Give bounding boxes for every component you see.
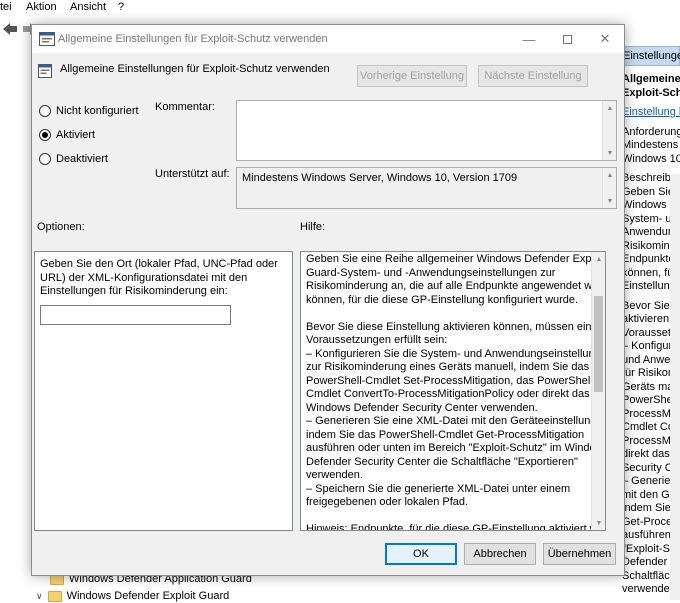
details-text-line: Anforderungen: — [622, 125, 680, 138]
radio-circle — [39, 153, 51, 165]
menu-item-action[interactable]: Aktion — [26, 1, 57, 13]
menu-bar: tei Aktion Ansicht ? — [0, 0, 680, 16]
options-text-line: URL) der XML-Konfigurationsdatei mit den — [40, 271, 248, 284]
supported-on-value: Mindestens Windows Server, Windows 10, V… — [242, 172, 518, 184]
details-text-line: Windows 10, Version — [622, 152, 680, 165]
close-button[interactable]: ✕ — [586, 25, 624, 53]
help-text-line: können, für die diese GP-Einstellung kon… — [306, 293, 579, 306]
dialog-title: Allgemeine Einstellungen für Exploit-Sch… — [58, 33, 328, 45]
cancel-button[interactable]: Abbrechen — [464, 543, 536, 565]
details-text-line: Exploit-Schutz verw — [622, 86, 680, 99]
help-text-line: Guard-System- und -Anwendungseinstellung… — [306, 266, 556, 279]
scroll-down-icon[interactable]: ▼ — [603, 146, 617, 160]
supported-scrollbar[interactable]: ▲ ▼ — [602, 168, 616, 208]
xml-path-input[interactable] — [40, 305, 231, 325]
options-panel: Geben Sie den Ort (lokaler Pfad, UNC-Pfa… — [34, 251, 293, 531]
comment-label: Kommentar: — [155, 101, 215, 113]
edit-setting-link[interactable]: Einstellung bearbeiten — [622, 105, 680, 119]
help-text-line: Risikominderung an, die auf alle Endpunk… — [306, 280, 606, 292]
comment-textarea[interactable]: ▲ ▼ — [236, 100, 617, 161]
policy-setting-dialog: Allgemeine Einstellungen für Exploit-Sch… — [31, 24, 625, 576]
tree-item-exploit-guard[interactable]: ∨ Windows Defender Exploit Guard — [36, 589, 229, 603]
help-text-line — [306, 510, 605, 524]
menu-item-help[interactable]: ? — [118, 1, 124, 13]
help-text-line: Cmdlet ConvertTo-ProcessMitigationPolicy… — [306, 388, 590, 400]
help-text-line: freigegebenen oder lokalen Pfad. — [306, 496, 469, 508]
details-text-line: Allgemeine Einstell — [622, 73, 680, 85]
setting-name: Allgemeine Einstellungen für Exploit-Sch… — [60, 63, 330, 75]
scroll-down-icon[interactable]: ▼ — [592, 516, 605, 530]
supported-on-box: Mindestens Windows Server, Windows 10, V… — [236, 167, 617, 209]
options-label: Optionen: — [37, 221, 85, 233]
help-panel: Geben Sie eine Reihe allgemeiner Windows… — [300, 251, 606, 531]
radio-circle — [39, 105, 51, 117]
radio-disabled[interactable]: Deaktiviert — [39, 153, 108, 165]
radio-circle — [39, 129, 51, 141]
details-pane-scrollbar[interactable] — [670, 174, 680, 600]
help-text-line: Voraussetzungen erfüllt sein: — [306, 334, 448, 346]
help-text-line: zur Risikominderung eines Geräts manuell… — [306, 361, 590, 373]
previous-setting-button[interactable]: Vorherige Einstellung — [357, 65, 467, 87]
scroll-up-icon[interactable]: ▲ — [592, 252, 605, 266]
help-text: Geben Sie eine Reihe allgemeiner Windows… — [306, 253, 606, 531]
help-text-line — [306, 307, 605, 321]
radio-label: Nicht konfiguriert — [56, 105, 139, 117]
scroll-down-icon[interactable]: ▼ — [603, 194, 617, 208]
ok-button[interactable]: OK — [385, 543, 457, 565]
policy-setting-icon — [38, 64, 52, 78]
radio-enabled[interactable]: Aktiviert — [39, 129, 95, 141]
minimize-button[interactable]: — — [510, 25, 548, 53]
help-text-line: Defender Security Center die Schaltfläch… — [306, 455, 578, 468]
help-text-line: Geben Sie eine Reihe allgemeiner Windows… — [306, 253, 606, 265]
scroll-up-icon[interactable]: ▲ — [603, 101, 617, 115]
policy-setting-icon — [39, 32, 55, 46]
scroll-up-icon[interactable]: ▲ — [603, 168, 617, 182]
close-icon: ✕ — [599, 31, 611, 46]
comment-scrollbar[interactable]: ▲ ▼ — [602, 101, 616, 160]
options-description: Geben Sie den Ort (lokaler Pfad, UNC-Pfa… — [40, 258, 278, 299]
radio-label: Aktiviert — [56, 129, 96, 141]
help-text-line: Bevor Sie diese Einstellung aktivieren k… — [306, 320, 606, 333]
help-text-line: verwenden. — [306, 469, 363, 481]
help-text-line: – Speichern Sie die generierte XML-Datei… — [306, 482, 571, 495]
help-scrollbar[interactable]: ▲ ▼ — [591, 252, 605, 530]
details-text-line: Mindestens Windows — [622, 139, 680, 151]
next-setting-button[interactable]: Nächste Einstellung — [478, 65, 588, 87]
radio-label: Deaktiviert — [56, 153, 108, 165]
help-label: Hilfe: — [300, 221, 326, 233]
help-text-line: ausführen oder unten im Bereich "Exploit… — [306, 442, 606, 454]
radio-not-configured[interactable]: Nicht konfiguriert — [39, 105, 139, 117]
help-text-line: Hinweis: Endpunkte, für die diese GP-Ein… — [306, 523, 606, 531]
options-text-line: Geben Sie den Ort (lokaler Pfad, UNC-Pfa… — [40, 258, 278, 270]
dialog-titlebar[interactable]: Allgemeine Einstellungen für Exploit-Sch… — [32, 25, 624, 53]
options-text-line: Einstellungen für Risikominderung ein: — [40, 285, 228, 297]
help-scroll-thumb[interactable] — [594, 296, 603, 392]
apply-button[interactable]: Übernehmen — [543, 543, 616, 565]
minimize-icon: — — [522, 31, 536, 47]
help-text-line: PowerShell-Cmdlet Set-ProcessMitigation,… — [306, 374, 597, 387]
menu-item-view[interactable]: Ansicht — [70, 1, 106, 13]
help-text-line: – Konfigurieren Sie die System- und Anwe… — [306, 347, 606, 360]
maximize-icon — [562, 34, 572, 44]
help-text-line: Windows Defender Security Center verwend… — [306, 401, 538, 414]
supported-on-label: Unterstützt auf: — [155, 168, 230, 180]
maximize-button[interactable] — [548, 25, 586, 53]
tree-item-label: Windows Defender Exploit Guard — [66, 590, 230, 602]
back-arrow-icon[interactable] — [2, 21, 18, 37]
menu-item-file[interactable]: tei — [0, 1, 12, 13]
help-text-line: indem Sie das PowerShell-Cmdlet Get-Proc… — [306, 428, 585, 441]
policy-tree: Windows Defender Application Guard ∨ Win… — [0, 572, 585, 603]
help-text-line: – Generieren Sie eine XML-Datei mit den … — [306, 415, 606, 427]
